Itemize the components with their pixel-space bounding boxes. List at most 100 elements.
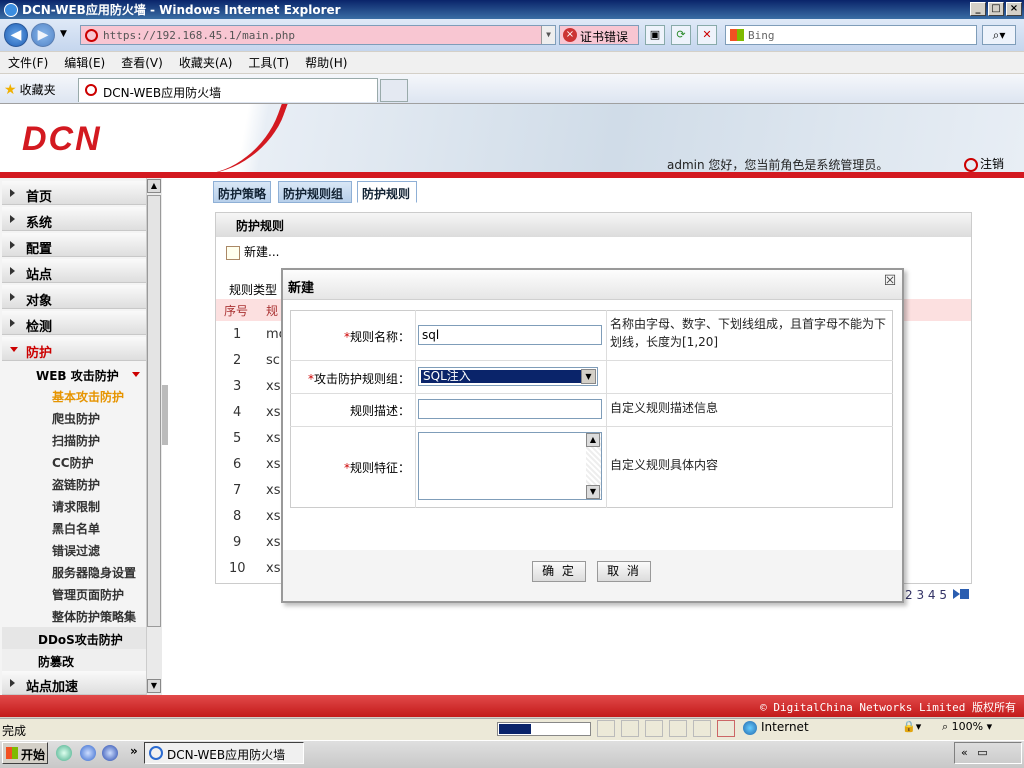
sidebar-subitem-basic-attack[interactable]: 基本攻击防护 xyxy=(52,388,124,405)
quicklaunch-more[interactable]: » xyxy=(130,744,138,758)
rule-group-select[interactable]: SQL注入 ▼ xyxy=(418,367,598,386)
tab-rules[interactable]: 防护规则 xyxy=(357,181,417,203)
quicklaunch-media-icon[interactable] xyxy=(102,745,118,761)
table-row-name[interactable]: xs xyxy=(266,509,280,524)
url-dropdown-icon[interactable]: ▼ xyxy=(541,26,555,44)
field-label-text: 攻击防护规则组： xyxy=(313,372,410,386)
sidebar-group-ddos[interactable]: DDoS攻击防护 xyxy=(2,627,146,649)
sidebar-item-object[interactable]: 对象 xyxy=(2,285,146,309)
sidebar-subitem-policy-set[interactable]: 整体防护策略集 xyxy=(52,608,136,625)
history-dropdown-icon[interactable]: ▼ xyxy=(60,29,67,39)
sidebar-item-detect[interactable]: 检测 xyxy=(2,311,146,335)
menu-view[interactable]: 查看(V) xyxy=(121,54,163,71)
menu-file[interactable]: 文件(F) xyxy=(8,54,48,71)
sidebar-scroll-thumb[interactable] xyxy=(147,195,161,627)
sidebar-item-site[interactable]: 站点 xyxy=(2,259,146,283)
stop-icon[interactable]: ✕ xyxy=(697,25,717,45)
quicklaunch-ie-icon[interactable] xyxy=(80,745,96,761)
sidebar-item-config[interactable]: 配置 xyxy=(2,233,146,257)
maximize-button[interactable]: □ xyxy=(988,2,1004,16)
menu-favorites[interactable]: 收藏夹(A) xyxy=(179,54,233,71)
sidebar-subitem-hotlink[interactable]: 盗链防护 xyxy=(52,476,100,493)
url-input[interactable]: https://192.168.45.1/main.php ▼ xyxy=(80,25,556,45)
dcn-logo: DCN xyxy=(22,120,102,158)
sidebar-item-home[interactable]: 首页 xyxy=(2,181,146,205)
table-row-name[interactable]: sc xyxy=(266,353,280,368)
rule-feature-textarea[interactable] xyxy=(418,432,602,500)
sidebar-subitem-blackwhite[interactable]: 黑白名单 xyxy=(52,520,100,537)
system-tray[interactable]: « ▭ xyxy=(954,742,1022,764)
new-tab-button[interactable] xyxy=(380,79,408,102)
menu-edit[interactable]: 编辑(E) xyxy=(64,54,105,71)
sidebar-subitem-cc[interactable]: CC防护 xyxy=(52,454,94,471)
form-col-divider xyxy=(606,310,607,508)
chevron-right-icon xyxy=(10,215,15,223)
table-row-name[interactable]: xs xyxy=(266,561,280,576)
taskbar-item-ie[interactable]: DCN-WEB应用防火墙 -... xyxy=(144,742,304,768)
sidebar-subitem-request-limit[interactable]: 请求限制 xyxy=(52,498,100,515)
search-input[interactable]: Bing xyxy=(725,25,977,45)
table-row-name[interactable]: xs xyxy=(266,457,280,472)
scroll-up-icon[interactable]: ▲ xyxy=(147,179,161,193)
rule-desc-input[interactable] xyxy=(418,399,602,419)
menu-tools[interactable]: 工具(T) xyxy=(248,54,289,71)
chevron-down-icon[interactable]: ▼ xyxy=(581,369,596,384)
table-row-no: 1 xyxy=(233,327,242,342)
sidebar-subitem-admin-page[interactable]: 管理页面防护 xyxy=(52,586,124,603)
sidebar-item-acceleration[interactable]: 站点加速 xyxy=(2,671,146,695)
back-button[interactable]: ◀ xyxy=(4,23,28,47)
sidebar-group-web-attack[interactable]: WEB 攻击防护 xyxy=(2,363,146,385)
tab-protect-policy[interactable]: 防护策略 xyxy=(213,181,271,203)
chevron-right-icon xyxy=(10,267,15,275)
ok-button[interactable]: 确 定 xyxy=(532,561,586,582)
last-page-icon[interactable] xyxy=(959,589,969,599)
rule-name-input[interactable]: sql xyxy=(418,325,602,345)
dialog-title: 新建 xyxy=(283,270,902,300)
menu-help[interactable]: 帮助(H) xyxy=(305,54,347,71)
logout-link[interactable]: 注销 xyxy=(964,155,1004,172)
tab-rule-group[interactable]: 防护规则组 xyxy=(278,181,352,203)
table-row-name[interactable]: xs xyxy=(266,405,280,420)
table-row-name[interactable]: xs xyxy=(266,379,280,394)
forward-button[interactable]: ▶ xyxy=(31,23,55,47)
sidebar-subitem-scan[interactable]: 扫描防护 xyxy=(52,432,100,449)
sidebar-subitem-server-stealth[interactable]: 服务器隐身设置 xyxy=(52,564,136,581)
sidebar-group-tamper[interactable]: 防篡改 xyxy=(2,649,146,671)
certificate-error-button[interactable]: × 证书错误 xyxy=(559,25,639,45)
tray-expand[interactable]: « xyxy=(961,746,968,759)
scroll-down-icon[interactable]: ▼ xyxy=(586,485,600,499)
search-placeholder: Bing xyxy=(748,29,775,42)
cancel-button[interactable]: 取 消 xyxy=(597,561,651,582)
table-row-name[interactable]: xs xyxy=(266,483,280,498)
table-row-name[interactable]: xs xyxy=(266,431,280,446)
new-rule-button[interactable]: 新建... xyxy=(226,243,279,260)
close-icon[interactable]: ☒ xyxy=(882,274,898,290)
security-zone[interactable]: Internet xyxy=(741,720,897,737)
pagination[interactable]: 2 3 4 5 xyxy=(905,588,969,602)
network-icon[interactable]: ▭ xyxy=(977,746,987,759)
scroll-up-icon[interactable]: ▲ xyxy=(586,433,600,447)
chevron-down-icon xyxy=(10,347,18,352)
next-page-icon[interactable] xyxy=(952,589,960,599)
chevron-right-icon xyxy=(10,679,15,687)
browser-tab[interactable]: DCN-WEB应用防火墙 xyxy=(78,78,378,102)
scroll-down-icon[interactable]: ▼ xyxy=(147,679,161,693)
refresh-icon[interactable]: ⟳ xyxy=(671,25,691,45)
sidebar-subitem-error-filter[interactable]: 错误过滤 xyxy=(52,542,100,559)
search-icon[interactable]: ⌕▾ xyxy=(982,25,1016,45)
sidebar-collapse-handle[interactable] xyxy=(162,385,168,445)
sidebar-item-system[interactable]: 系统 xyxy=(2,207,146,231)
zoom-control[interactable]: ⌕ 100% ▾ xyxy=(942,720,1008,737)
table-row-name[interactable]: xs xyxy=(266,535,280,550)
close-window-button[interactable]: × xyxy=(1006,2,1022,16)
start-button[interactable]: 开始 xyxy=(2,742,48,764)
favorites-button[interactable]: ★ 收藏夹 xyxy=(4,81,56,98)
sidebar-subitem-crawler[interactable]: 爬虫防护 xyxy=(52,410,100,427)
protected-mode-icon[interactable]: 🔒▾ xyxy=(902,720,936,737)
security-status-icon[interactable] xyxy=(717,720,735,737)
compat-view-icon[interactable]: ▣ xyxy=(645,25,665,45)
sidebar-item-protect[interactable]: 防护 xyxy=(2,337,146,361)
page-numbers[interactable]: 2 3 4 5 xyxy=(905,588,947,602)
quicklaunch-explorer-icon[interactable] xyxy=(56,745,72,761)
minimize-button[interactable]: _ xyxy=(970,2,986,16)
